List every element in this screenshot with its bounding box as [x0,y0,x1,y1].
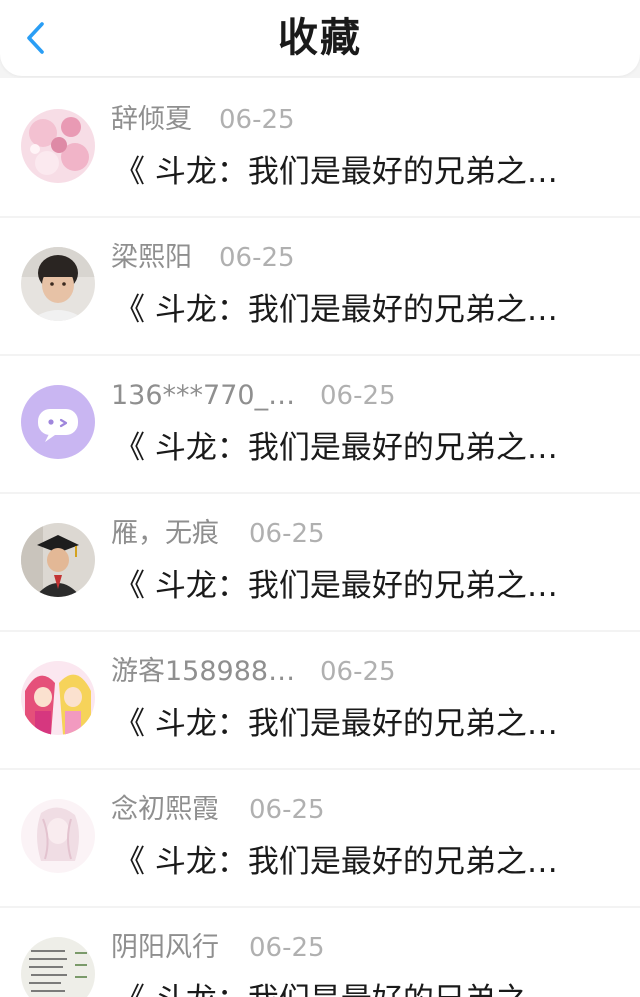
favorite-title[interactable]: 《 斗龙：我们是最好的兄弟之… [114,425,634,471]
username[interactable]: 游客158988… [111,652,295,692]
list-item[interactable]: 雁，无痕 06-25 《 斗龙：我们是最好的兄弟之… [0,492,640,630]
timestamp: 06-25 [249,795,325,825]
graduate-photo-avatar[interactable] [21,523,95,597]
favorite-title[interactable]: 《 斗龙：我们是最好的兄弟之… [114,563,634,609]
username[interactable]: 136***770_… [111,376,295,416]
list-item[interactable]: 游客158988… 06-25 《 斗龙：我们是最好的兄弟之… [0,630,640,768]
item-meta: 136***770_… 06-25 [111,376,611,416]
favorites-list[interactable]: 辞倾夏 06-25 《 斗龙：我们是最好的兄弟之… 梁熙阳 06-25 《 斗龙… [0,78,640,997]
page-title: 收藏 [278,15,362,61]
favorite-title[interactable]: 《 斗龙：我们是最好的兄弟之… [114,839,634,885]
timestamp: 06-25 [320,657,396,687]
timestamp: 06-25 [249,933,325,963]
list-item[interactable]: 136***770_… 06-25 《 斗龙：我们是最好的兄弟之… [0,354,640,492]
timestamp: 06-25 [249,519,325,549]
username[interactable]: 雁，无痕 [111,514,219,554]
handwriting-avatar[interactable] [21,937,95,997]
username[interactable]: 念初熙霞 [111,790,219,830]
favorite-title[interactable]: 《 斗龙：我们是最好的兄弟之… [114,149,634,195]
timestamp: 06-25 [219,105,295,135]
username[interactable]: 辞倾夏 [111,100,192,140]
list-item[interactable]: 阴阳风行 06-25 《 斗龙：我们是最好的兄弟之… [0,906,640,997]
item-meta: 念初熙霞 06-25 [111,790,611,830]
item-meta: 梁熙阳 06-25 [111,238,611,278]
timestamp: 06-25 [219,243,295,273]
item-meta: 雁，无痕 06-25 [111,514,611,554]
favorite-title[interactable]: 《 斗龙：我们是最好的兄弟之… [114,701,634,747]
item-meta: 辞倾夏 06-25 [111,100,611,140]
purple-chat-default-avatar[interactable] [21,385,95,459]
username[interactable]: 阴阳风行 [111,928,219,968]
list-item[interactable]: 梁熙阳 06-25 《 斗龙：我们是最好的兄弟之… [0,216,640,354]
list-item[interactable]: 念初熙霞 06-25 《 斗龙：我们是最好的兄弟之… [0,768,640,906]
pink-floral-avatar[interactable] [21,109,95,183]
favorite-title[interactable]: 《 斗龙：我们是最好的兄弟之… [114,977,634,997]
item-meta: 游客158988… 06-25 [111,652,611,692]
top-bar: 收藏 [0,0,640,76]
item-meta: 阴阳风行 06-25 [111,928,611,968]
list-item[interactable]: 辞倾夏 06-25 《 斗龙：我们是最好的兄弟之… [0,78,640,216]
anime-girls-avatar[interactable] [21,661,95,735]
favorite-title[interactable]: 《 斗龙：我们是最好的兄弟之… [114,287,634,333]
child-photo-avatar[interactable] [21,247,95,321]
username[interactable]: 梁熙阳 [111,238,192,278]
faded-sketch-avatar[interactable] [21,799,95,873]
timestamp: 06-25 [320,381,396,411]
